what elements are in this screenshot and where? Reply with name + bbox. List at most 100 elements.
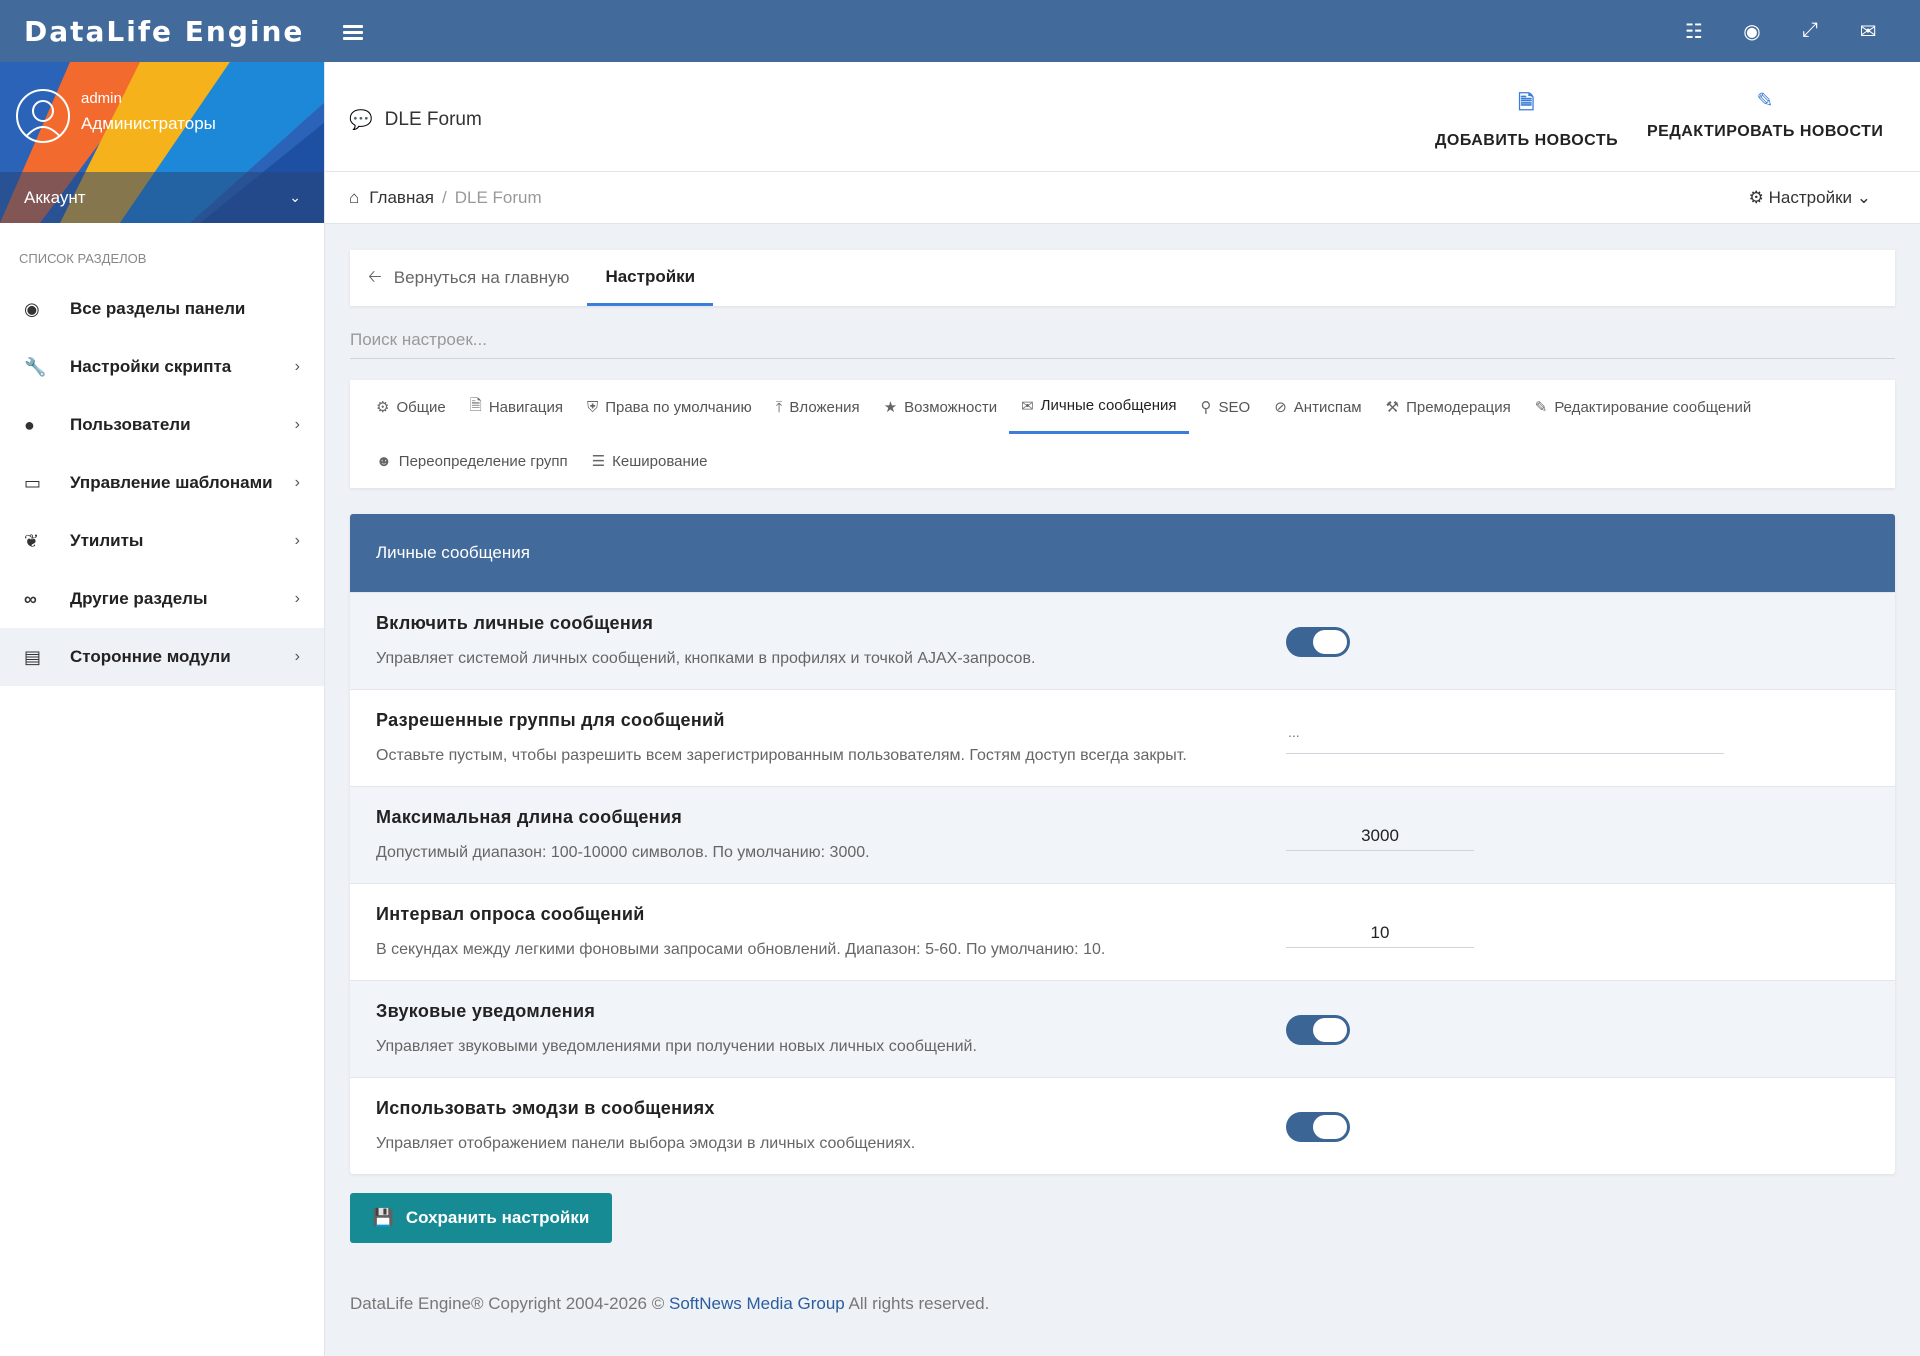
setting-description: Управляет системой личных сообщений, кно… [376, 650, 1036, 667]
chevron-right-icon: › [294, 474, 300, 491]
poll-interval-input[interactable] [1286, 918, 1474, 948]
max-length-input[interactable] [1286, 821, 1474, 851]
mail-icon[interactable]: ✉ [1856, 19, 1880, 44]
floppy-disk-icon: 💾 [372, 1208, 394, 1227]
add-news-button[interactable]: 🗎 ДОБАВИТЬ НОВОСТЬ [1435, 88, 1618, 150]
footer-rights: All rights reserved. [848, 1294, 990, 1313]
sound-notifications-toggle[interactable] [1286, 1015, 1350, 1045]
list-icon: ▤ [24, 646, 42, 667]
setting-row: Интервал опроса сообщений В секундах меж… [350, 883, 1895, 980]
breadcrumb-home[interactable]: ⌂ Главная [349, 188, 434, 208]
sidebar-item-other-sections[interactable]: ∞ Другие разделы › [0, 570, 324, 628]
profile-card: admin Администраторы Аккаунт ⌄ [0, 62, 324, 223]
tab-caching[interactable]: ☰ Кеширование [580, 434, 720, 488]
avatar[interactable] [16, 89, 70, 143]
tab-default-rights[interactable]: ⛨ Права по умолчанию [575, 380, 764, 434]
file-icon: 🗎 [469, 396, 482, 414]
gear-icon: ⚙ [1748, 187, 1764, 207]
setting-title: Звуковые уведомления [376, 1001, 596, 1021]
translate-icon[interactable]: ☷ [1682, 19, 1706, 44]
setting-title: Интервал опроса сообщений [376, 904, 645, 924]
tab-label: Навигация [488, 398, 563, 416]
tabs-card: 🡠 Вернуться на главную Настройки [350, 250, 1895, 306]
tab-attachments[interactable]: ⤒ Вложения [764, 380, 872, 434]
setting-text: Использовать эмодзи в сообщениях Управля… [376, 1098, 1286, 1156]
arrow-left-icon: 🡠 [368, 266, 382, 286]
setting-row: Включить личные сообщения Управляет сист… [350, 592, 1895, 689]
add-news-label: ДОБАВИТЬ НОВОСТЬ [1435, 132, 1619, 149]
allowed-groups-select[interactable]: ... [1286, 724, 1724, 754]
menu-toggle-icon[interactable] [343, 22, 365, 40]
setting-text: Интервал опроса сообщений В секундах меж… [376, 904, 1286, 962]
top-bar: DataLife Engine ☷ ◉ ⤢ ✉ [0, 0, 1920, 62]
settings-panel: Личные сообщения Включить личные сообщен… [350, 514, 1895, 1174]
brand-logo[interactable]: DataLife Engine [0, 15, 325, 48]
edit-news-button[interactable]: ✎ РЕДАКТИРОВАТЬ НОВОСТИ [1647, 88, 1883, 141]
tab-label: Премодерация [1406, 398, 1511, 416]
settings-dropdown[interactable]: ⚙ Настройки ⌄ [1749, 188, 1896, 208]
search-input[interactable] [350, 330, 1895, 350]
tab-antispam[interactable]: ⊘ Антиспам [1262, 380, 1373, 434]
enable-pm-toggle[interactable] [1286, 627, 1350, 657]
account-dropdown[interactable]: Аккаунт ⌄ [0, 172, 324, 223]
setting-title: Разрешенные группы для сообщений [376, 710, 725, 730]
chevron-down-icon: ⌄ [1856, 187, 1871, 207]
fullscreen-icon[interactable]: ⤢ [1798, 19, 1822, 44]
sidebar-item-templates[interactable]: ▭ Управление шаблонами › [0, 454, 324, 512]
sidebar-item-label: Управление шаблонами [70, 473, 273, 492]
setting-row: Использовать эмодзи в сообщениях Управля… [350, 1077, 1895, 1174]
sidebar-item-label: Настройки скрипта [70, 357, 232, 376]
chevron-right-icon: › [294, 532, 300, 549]
setting-text: Разрешенные группы для сообщений Оставьт… [376, 710, 1286, 768]
setting-control [1286, 807, 1474, 865]
tab-back-home[interactable]: 🡠 Вернуться на главную [350, 250, 587, 306]
star-icon: ★ [883, 399, 898, 416]
sidebar-item-label: Другие разделы [70, 589, 208, 608]
tab-features[interactable]: ★ Возможности [872, 380, 1009, 434]
pencil-icon: ✎ [1534, 399, 1548, 416]
tab-seo[interactable]: ⚲ SEO [1189, 380, 1263, 434]
globe-icon[interactable]: ◉ [1740, 19, 1764, 44]
section-title: Список разделов [19, 251, 147, 266]
setting-text: Максимальная длина сообщения Допустимый … [376, 807, 1286, 865]
save-settings-button[interactable]: 💾 Сохранить настройки [350, 1193, 612, 1243]
setting-title: Максимальная длина сообщения [376, 807, 683, 827]
chevron-right-icon: › [294, 416, 300, 433]
footer-link[interactable]: SoftNews Media Group [669, 1294, 845, 1313]
chevron-down-icon: ⌄ [289, 189, 301, 205]
tab-label: Общие [396, 398, 446, 416]
sidebar-item-users[interactable]: ● Пользователи › [0, 396, 324, 454]
panel-title: Личные сообщения [350, 514, 1895, 592]
tab-label: Редактирование сообщений [1554, 398, 1752, 416]
sidebar-item-all-sections[interactable]: ◉ Все разделы панели [0, 280, 324, 338]
top-icons: ☷ ◉ ⤢ ✉ [1682, 19, 1920, 44]
breadcrumb-home-label: Главная [369, 187, 434, 207]
sidebar-item-utilities[interactable]: ❦ Утилиты › [0, 512, 324, 570]
wrench-icon: 🔧 [24, 356, 47, 377]
setting-row: Максимальная длина сообщения Допустимый … [350, 786, 1895, 883]
sidebar-item-script-settings[interactable]: 🔧 Настройки скрипта › [0, 338, 324, 396]
leaf-icon: ❦ [24, 530, 40, 551]
setting-description: Допустимый диапазон: 100-10000 символов.… [376, 844, 870, 861]
tab-settings[interactable]: Настройки [587, 250, 714, 306]
emoji-toggle[interactable] [1286, 1112, 1350, 1142]
tab-navigation[interactable]: 🗎 Навигация [458, 380, 575, 434]
tab-premoderation[interactable]: ⚒ Премодерация [1374, 380, 1523, 434]
sidebar-item-label: Утилиты [70, 531, 144, 550]
gear-icon: ⚙ [376, 399, 390, 416]
setting-text: Включить личные сообщения Управляет сист… [376, 613, 1286, 671]
tab-label: Переопределение групп [398, 452, 568, 470]
user-name: admin [81, 90, 122, 107]
tab-private-messages[interactable]: ✉ Личные сообщения [1009, 380, 1189, 434]
user-icon: ● [24, 414, 35, 435]
sidebar-item-label: Все разделы панели [70, 299, 246, 318]
tab-group-overrides[interactable]: ☻ Переопределение групп [364, 434, 580, 488]
tab-general[interactable]: ⚙ Общие [364, 380, 458, 434]
sidebar-item-third-party-modules[interactable]: ▤ Сторонние модули › [0, 628, 324, 686]
page-header: 💬 DLE Forum 🗎 ДОБАВИТЬ НОВОСТЬ ✎ РЕДАКТИ… [325, 62, 1920, 172]
settings-list: Включить личные сообщения Управляет сист… [350, 592, 1895, 1174]
tab-message-editing[interactable]: ✎ Редактирование сообщений [1523, 380, 1764, 434]
home-icon: ⌂ [349, 187, 360, 207]
upload-icon: ⤒ [775, 398, 783, 416]
globe-icon: ◉ [24, 298, 40, 319]
